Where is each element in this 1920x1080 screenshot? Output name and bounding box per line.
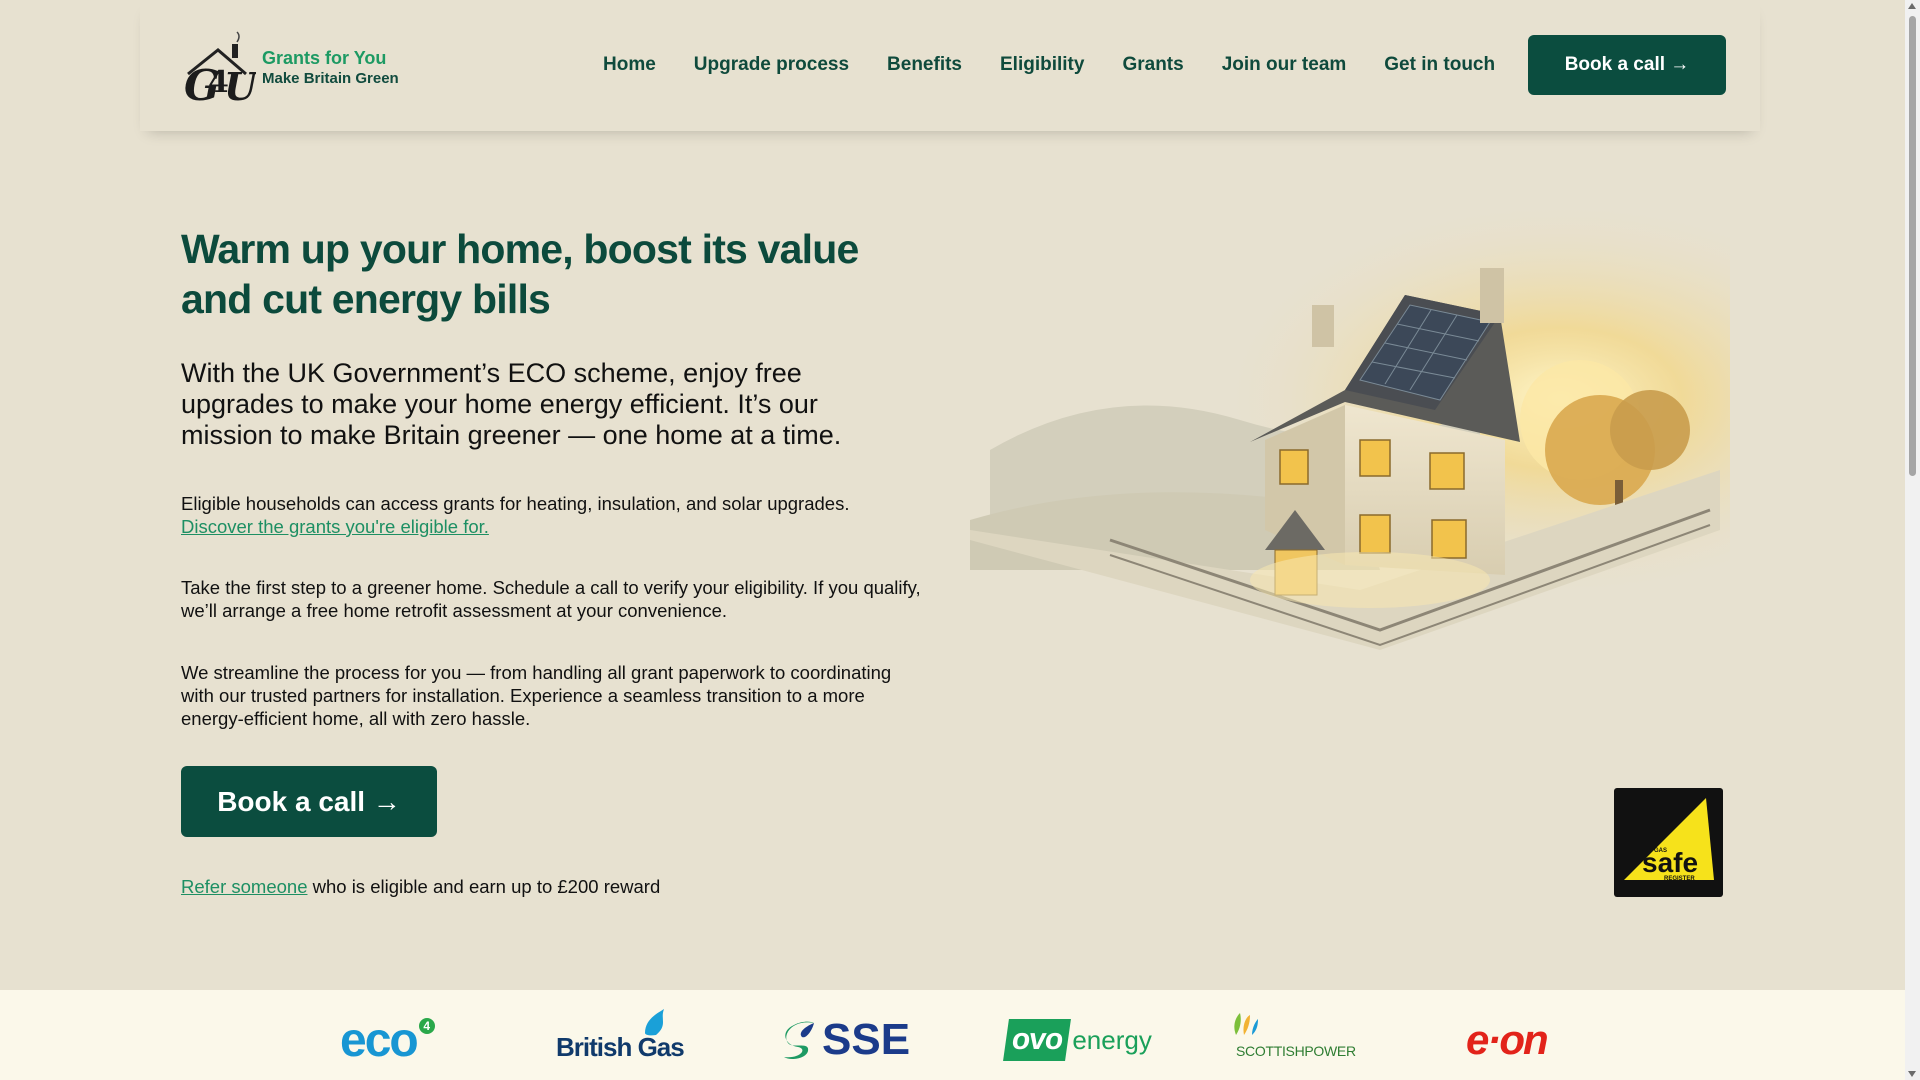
streamline-paragraph: We streamline the process for you — from… — [181, 662, 892, 729]
nav-get-in-touch[interactable]: Get in touch — [1384, 54, 1495, 76]
scroll-down-arrow-icon[interactable] — [1908, 1071, 1916, 1077]
grants-paragraph: Eligible households can access grants fo… — [181, 492, 921, 538]
scottish-power-leaves-icon — [1234, 1013, 1258, 1035]
header-book-call-button[interactable]: Book a call → — [1528, 35, 1726, 95]
nav-eligibility[interactable]: Eligibility — [1000, 54, 1084, 76]
gas-safe-badge: GAS safe REGISTER — [1614, 788, 1723, 897]
sse-swirl-icon — [784, 1021, 814, 1059]
referral-text: who is eligible and earn up to £200 rewa… — [307, 876, 661, 897]
sse-text: SSE — [822, 1015, 911, 1064]
main-nav: Home Upgrade process Benefits Eligibilit… — [603, 54, 1495, 76]
logo[interactable]: G 4 U Grants for You Make Britain Green — [180, 30, 399, 106]
nav-home[interactable]: Home — [603, 54, 656, 76]
eco-logo-text: eco — [340, 1013, 419, 1067]
partner-logos-strip: eco 4 British Gas SSE ovo energy SCOTTIS… — [0, 990, 1905, 1080]
scroll-up-arrow-icon[interactable] — [1908, 3, 1916, 9]
nav-grants[interactable]: Grants — [1122, 54, 1183, 76]
gas-safe-word: safe — [1642, 847, 1698, 878]
brand-tagline: Make Britain Green — [262, 69, 399, 87]
eco-4-badge: 4 — [418, 1018, 435, 1034]
refer-someone-link[interactable]: Refer someone — [181, 876, 307, 897]
british-gas-flame-icon — [645, 1009, 664, 1036]
site-header: G 4 U Grants for You Make Britain Green … — [140, 0, 1760, 131]
vertical-scrollbar[interactable] — [1905, 0, 1920, 1080]
british-gas-logo: British Gas — [556, 1009, 685, 1065]
ovo-mark: ovo — [1003, 1019, 1072, 1061]
hero-book-call-button[interactable]: Book a call → — [181, 766, 437, 837]
referral-line: Refer someone who is eligible and earn u… — [181, 876, 660, 898]
g4u-logo-icon: G 4 U — [184, 31, 256, 106]
eco4-logo: eco 4 — [340, 1013, 435, 1067]
hero-title: Warm up your home, boost its value and c… — [181, 226, 859, 322]
discover-grants-link[interactable]: Discover the grants you're eligible for. — [181, 516, 489, 537]
scottish-power-logo: SCOTTISHPOWER — [1230, 1013, 1356, 1065]
scrollbar-thumb[interactable] — [1909, 16, 1916, 476]
gas-safe-register-text: REGISTER — [1664, 876, 1695, 882]
house-illustration — [960, 210, 1730, 660]
gas-safe-triangle-icon: GAS safe REGISTER — [1624, 798, 1714, 882]
nav-upgrade-process[interactable]: Upgrade process — [694, 54, 849, 76]
brand-title: Grants for You — [262, 47, 387, 68]
eon-logo: e·on — [1466, 1015, 1549, 1065]
grants-text: Eligible households can access grants fo… — [181, 493, 850, 514]
nav-benefits[interactable]: Benefits — [887, 54, 962, 76]
eon-text: e·on — [1466, 1016, 1549, 1063]
sse-logo: SSE — [780, 1015, 910, 1065]
svg-text:U: U — [224, 64, 256, 106]
scottish-power-text: SCOTTISHPOWER — [1236, 1043, 1356, 1059]
nav-join-our-team[interactable]: Join our team — [1222, 54, 1347, 76]
hero-lead: With the UK Government’s ECO scheme, enj… — [181, 358, 842, 450]
first-step-paragraph: Take the first step to a greener home. S… — [181, 577, 921, 621]
ovo-energy-logo: ovo energy — [1003, 1015, 1152, 1065]
ovo-energy-text: energy — [1072, 1024, 1152, 1055]
